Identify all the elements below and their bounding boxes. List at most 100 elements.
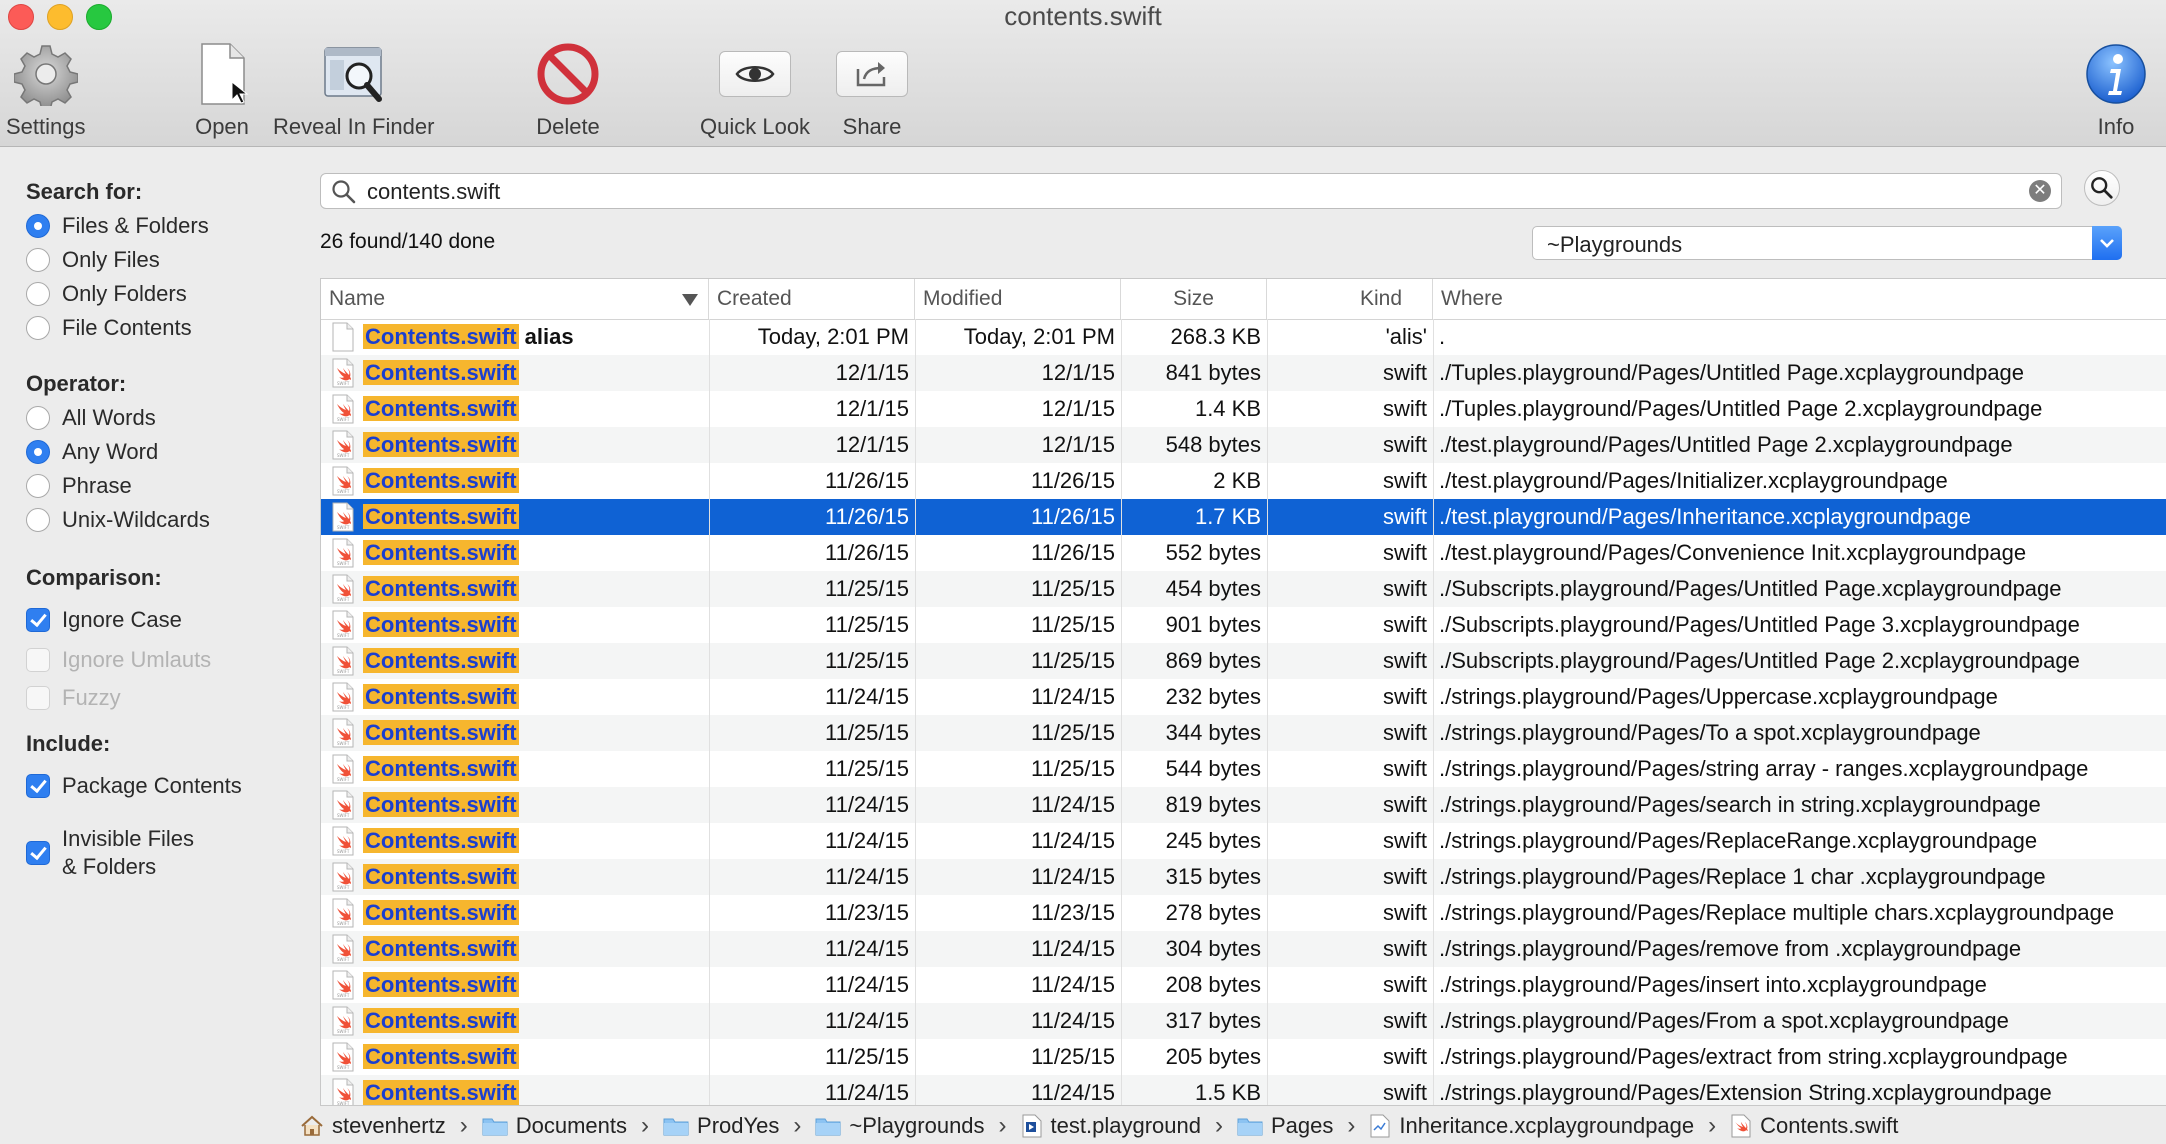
swift-file-icon: SWIFT: [332, 898, 354, 928]
path-item-documents[interactable]: Documents: [482, 1113, 627, 1139]
where-cell: ./test.playground/Pages/Untitled Page 2.…: [1439, 432, 2013, 457]
radio-button[interactable]: [26, 282, 50, 306]
table-row[interactable]: SWIFT Contents.swift 11/24/15 11/24/15 1.5 K…: [321, 1075, 2166, 1105]
where-cell: ./strings.playground/Pages/extract from …: [1439, 1044, 2068, 1069]
modified-cell: 11/24/15: [1030, 864, 1115, 889]
svg-text:SWIFT: SWIFT: [337, 849, 350, 854]
file-name: Contents.swift: [363, 900, 519, 925]
table-row[interactable]: SWIFT Contents.swift 11/24/15 11/24/15 315 b…: [321, 859, 2166, 895]
kind-cell: swift: [1383, 612, 1427, 637]
column-header-name[interactable]: Name: [321, 279, 709, 319]
file-name: Contents.swift: [363, 936, 519, 961]
checkbox-ignore-case[interactable]: Ignore Case: [26, 607, 182, 633]
table-row[interactable]: SWIFT Contents.swift 11/25/15 11/25/15 901 b…: [321, 607, 2166, 643]
kind-cell: swift: [1383, 1080, 1427, 1105]
table-row[interactable]: SWIFT Contents.swift 11/25/15 11/25/15 454 b…: [321, 571, 2166, 607]
svg-text:SWIFT: SWIFT: [337, 417, 350, 422]
radio-button[interactable]: [26, 214, 50, 238]
radio-button[interactable]: [26, 474, 50, 498]
table-row[interactable]: SWIFT Contents.swift 12/1/15 12/1/15 1.4 KB s…: [321, 391, 2166, 427]
radio-unix-wildcards[interactable]: Unix-Wildcards: [26, 507, 210, 533]
chevron-down-icon[interactable]: [2092, 226, 2122, 260]
modified-cell: 12/1/15: [1041, 432, 1115, 457]
checkbox-package-contents[interactable]: Package Contents: [26, 773, 242, 799]
table-row[interactable]: SWIFT Contents.swift 12/1/15 12/1/15 841 byt…: [321, 355, 2166, 391]
open-button[interactable]: Open: [194, 38, 250, 140]
radio-phrase[interactable]: Phrase: [26, 473, 132, 499]
kind-cell: swift: [1383, 1044, 1427, 1069]
path-item-inheritance[interactable]: Inheritance.xcplaygroundpage: [1369, 1113, 1694, 1139]
table-row[interactable]: SWIFT Contents.swift 11/24/15 11/24/15 232 b…: [321, 679, 2166, 715]
table-row[interactable]: SWIFT Contents.swift 12/1/15 12/1/15 548 byt…: [321, 427, 2166, 463]
checkbox[interactable]: [26, 841, 50, 865]
checkbox-invisible-files[interactable]: Invisible Files & Folders: [26, 825, 194, 881]
table-row[interactable]: SWIFT Contents.swift 11/24/15 11/24/15 317 b…: [321, 1003, 2166, 1039]
table-row[interactable]: SWIFT Contents.swift 11/25/15 11/25/15 544 b…: [321, 751, 2166, 787]
table-row[interactable]: SWIFT Contents.swift 11/24/15 11/24/15 819 b…: [321, 787, 2166, 823]
radio-only-files[interactable]: Only Files: [26, 247, 160, 273]
radio-only-folders[interactable]: Only Folders: [26, 281, 187, 307]
playground-file-icon: [1022, 1114, 1042, 1138]
file-name: Contents.swift: [363, 684, 519, 709]
radio-button[interactable]: [26, 248, 50, 272]
modified-cell: 11/24/15: [1030, 792, 1115, 817]
column-header-size[interactable]: Size: [1121, 279, 1267, 319]
radio-button[interactable]: [26, 440, 50, 464]
settings-button[interactable]: Settings: [6, 38, 86, 140]
reveal-in-finder-button[interactable]: Reveal In Finder: [273, 38, 434, 140]
column-header-modified[interactable]: Modified: [915, 279, 1121, 319]
table-row[interactable]: SWIFT Contents.swift 11/24/15 11/24/15 208 b…: [321, 967, 2166, 1003]
start-search-button[interactable]: [2084, 170, 2120, 206]
search-icon: [2091, 177, 2113, 199]
checkbox[interactable]: [26, 774, 50, 798]
delete-button[interactable]: Delete: [536, 38, 600, 140]
radio-all-words[interactable]: All Words: [26, 405, 156, 431]
folder-icon: [482, 1118, 508, 1136]
swift-file-icon: SWIFT: [332, 862, 354, 892]
radio-button[interactable]: [26, 316, 50, 340]
column-header-kind[interactable]: Kind: [1267, 279, 1433, 319]
column-divider: [1433, 319, 1434, 1105]
svg-text:SWIFT: SWIFT: [337, 453, 350, 458]
size-cell: 544 bytes: [1165, 756, 1261, 781]
search-input[interactable]: [365, 176, 2009, 208]
table-row[interactable]: SWIFT Contents.swift 11/25/15 11/25/15 205 b…: [321, 1039, 2166, 1075]
share-button[interactable]: Share: [836, 38, 908, 140]
column-header-where[interactable]: Where: [1433, 279, 2166, 319]
path-item-label: Pages: [1270, 1113, 1334, 1138]
path-item-home[interactable]: stevenhertz: [300, 1113, 446, 1139]
search-for-title: Search for:: [26, 179, 143, 204]
table-row[interactable]: SWIFT Contents.swift 11/23/15 11/23/15 278 b…: [321, 895, 2166, 931]
folder-icon: [663, 1118, 689, 1136]
radio-any-word[interactable]: Any Word: [26, 439, 158, 465]
quick-look-button[interactable]: Quick Look: [700, 38, 810, 140]
name-cell: SWIFT Contents.swift: [321, 607, 707, 643]
chevron-right-icon: ›: [1347, 1112, 1356, 1139]
info-button[interactable]: Info: [2084, 38, 2148, 140]
radio-button[interactable]: [26, 406, 50, 430]
table-row[interactable]: SWIFT Contents.swift 11/26/15 11/26/15 552 b…: [321, 535, 2166, 571]
radio-button[interactable]: [26, 508, 50, 532]
path-item-playgrounds[interactable]: ~Playgrounds: [815, 1113, 985, 1139]
path-item-contents[interactable]: Contents.swift: [1730, 1113, 1898, 1139]
checkbox[interactable]: [26, 608, 50, 632]
table-row[interactable]: SWIFT Contents.swift 11/24/15 11/24/15 304 b…: [321, 931, 2166, 967]
column-header-created[interactable]: Created: [709, 279, 915, 319]
table-row[interactable]: SWIFT Contents.swift 11/26/15 11/26/15 2 KB s…: [321, 463, 2166, 499]
table-row[interactable]: Contents.swift alias Today, 2:01 PM Today,…: [321, 319, 2166, 355]
file-name: Contents.swift: [363, 756, 519, 781]
radio-files-folders[interactable]: Files & Folders: [26, 213, 209, 239]
table-row[interactable]: SWIFT Contents.swift 11/26/15 11/26/15 1.7 K…: [321, 499, 2166, 535]
path-item-pages[interactable]: Pages: [1237, 1113, 1333, 1139]
table-row[interactable]: SWIFT Contents.swift 11/24/15 11/24/15 245 b…: [321, 823, 2166, 859]
path-item-test-playground[interactable]: test.playground: [1021, 1113, 1201, 1139]
where-cell: ./Tuples.playground/Pages/Untitled Page …: [1439, 396, 2043, 421]
clear-search-icon[interactable]: ✕: [2029, 180, 2051, 202]
table-row[interactable]: SWIFT Contents.swift 11/25/15 11/25/15 344 b…: [321, 715, 2166, 751]
path-item-prodyes[interactable]: ProdYes: [663, 1113, 779, 1139]
created-cell: 11/24/15: [824, 1008, 909, 1033]
radio-file-contents[interactable]: File Contents: [26, 315, 192, 341]
table-row[interactable]: SWIFT Contents.swift 11/25/15 11/25/15 869 b…: [321, 643, 2166, 679]
created-cell: 12/1/15: [835, 360, 909, 385]
search-scope-popup[interactable]: ~Playgrounds: [1532, 226, 2122, 260]
